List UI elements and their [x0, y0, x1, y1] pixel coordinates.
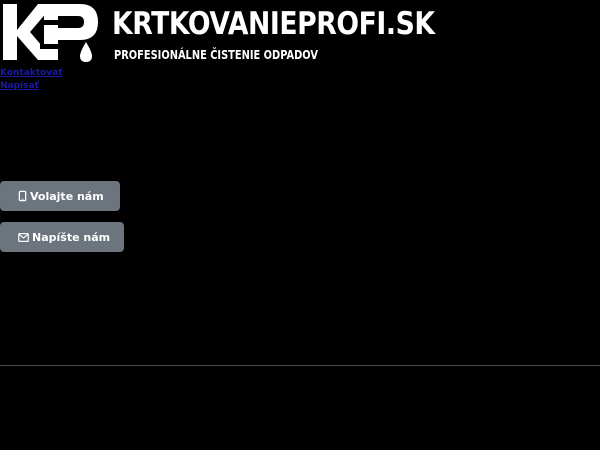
nav-link-napisat[interactable]: Napísať: [0, 80, 63, 93]
write-us-button[interactable]: Napíšte nám: [0, 222, 124, 252]
write-us-label: Napíšte nám: [32, 230, 111, 244]
logo-wordmark: KRTKOVANIEPROFI.SK: [112, 6, 435, 42]
mobile-phone-icon: [18, 190, 27, 202]
page: KRTKOVANIEPROFI.SK PROFESIONÁLNE ČISTENI…: [0, 0, 600, 450]
site-logo[interactable]: KRTKOVANIEPROFI.SK PROFESIONÁLNE ČISTENI…: [0, 0, 435, 66]
main-nav: Kontaktovať Napísať: [0, 67, 63, 93]
nav-link-kontaktovat[interactable]: Kontaktovať: [0, 67, 63, 80]
logo-tagline: PROFESIONÁLNE ČISTENIE ODPADOV: [114, 48, 319, 62]
divider: [0, 365, 600, 366]
logo-mark-icon: [3, 4, 98, 62]
call-us-button[interactable]: Volajte nám: [0, 181, 120, 211]
envelope-icon: [18, 231, 29, 243]
call-us-label: Volajte nám: [30, 189, 104, 203]
